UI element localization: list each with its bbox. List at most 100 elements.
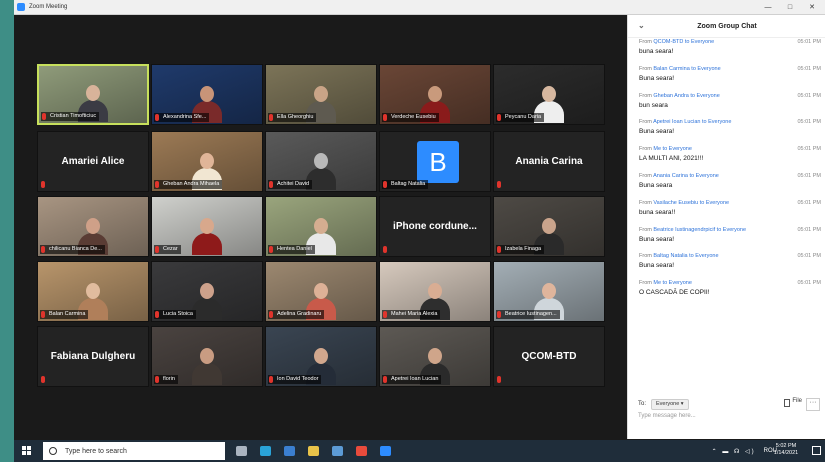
message-sender[interactable]: Gheban Andra xyxy=(653,93,688,99)
file-icon[interactable] xyxy=(784,399,790,407)
message-sender[interactable]: Apetrei Ioan Lucian xyxy=(653,119,700,125)
participant-tile[interactable]: Fabiana Dulgheru xyxy=(37,326,149,387)
message-sender[interactable]: Me xyxy=(653,280,661,286)
maximize-button[interactable]: □ xyxy=(779,0,801,14)
participant-tile[interactable]: Alexandrina Sfe... xyxy=(151,64,263,125)
participant-name: Anania Carina xyxy=(515,156,583,167)
chat-messages: From QCOM-BTD to Everyone 05:01 PM buna se… xyxy=(628,39,825,307)
from-label: From xyxy=(639,119,652,126)
participant-name: Ella Gheorghiu xyxy=(268,113,317,122)
participant-tile[interactable]: QCOM-BTD xyxy=(493,326,605,387)
participant-tile[interactable]: Lucia Stoica xyxy=(151,261,263,322)
to-label: to xyxy=(691,65,696,72)
message-sender[interactable]: Me xyxy=(653,146,661,152)
participant-tile[interactable]: Hentea Daniel xyxy=(265,196,377,257)
task-view-icon[interactable] xyxy=(229,440,253,462)
store-icon[interactable] xyxy=(325,440,349,462)
participant-tile[interactable]: florin xyxy=(151,326,263,387)
mail-icon[interactable] xyxy=(277,440,301,462)
participant-tile[interactable]: Amariei Alice xyxy=(37,131,149,192)
from-label: From xyxy=(639,199,652,206)
message-recipient[interactable]: Everyone xyxy=(697,93,720,99)
zoom-icon[interactable] xyxy=(373,440,397,462)
message-recipient[interactable]: Everyone xyxy=(706,200,729,206)
message-sender[interactable]: Baltag Natalia xyxy=(653,253,687,259)
participant-name: Mahei Maria Alexia xyxy=(382,310,441,319)
message-recipient[interactable]: Everyone xyxy=(695,253,718,259)
participant-figure xyxy=(192,348,222,385)
message-sender[interactable]: Balan Carmina xyxy=(653,66,689,72)
message-recipient[interactable]: Everyone xyxy=(708,119,731,125)
notification-icon[interactable] xyxy=(812,446,821,455)
chevron-down-icon[interactable]: ⌄ xyxy=(638,21,645,30)
search-icon xyxy=(49,447,57,455)
to-label: to xyxy=(662,280,668,287)
participant-tile[interactable]: Cristian Timofticiuc xyxy=(37,64,149,125)
taskbar-search-box[interactable]: Type here to search xyxy=(43,442,225,460)
file-button[interactable]: File xyxy=(792,398,802,404)
more-button[interactable]: ··· xyxy=(806,398,820,411)
taskbar-clock[interactable]: 5:02 PM 1/14/2021 xyxy=(767,443,805,457)
participant-tile[interactable]: Balan Carmina xyxy=(37,261,149,322)
message-header: From QCOM-BTD to Everyone xyxy=(639,39,714,45)
participant-tile[interactable]: Anania Carina xyxy=(493,131,605,192)
message-recipient[interactable]: Everyone xyxy=(669,146,692,152)
message-recipient[interactable]: Everyone xyxy=(723,227,746,233)
participant-tile[interactable]: Beatrice Iustinagen... xyxy=(493,261,605,322)
participant-tile[interactable]: B Baltag Natalia xyxy=(379,131,491,192)
to-label: To: xyxy=(638,401,647,407)
message-sender[interactable]: Beatrice Iustinagendrpicif xyxy=(653,227,715,233)
participant-name: Adelina Gradinaru xyxy=(268,310,325,319)
chat-message-input[interactable]: Type message here... xyxy=(638,413,818,423)
participant-tile[interactable]: Achitei David xyxy=(265,131,377,192)
participant-tile[interactable]: Ion David Teodor xyxy=(265,326,377,387)
participant-tile[interactable]: Verdeche Eusebiu xyxy=(379,64,491,125)
message-sender[interactable]: Vasilache Eusebiu xyxy=(653,200,698,206)
tray-icons[interactable]: ⌃ ▬ ☊ ◁) xyxy=(712,448,756,455)
file-explorer-icon[interactable] xyxy=(301,440,325,462)
recipient-dropdown[interactable]: Everyone ▾ xyxy=(651,398,689,410)
chrome-icon[interactable] xyxy=(349,440,373,462)
participant-tile[interactable]: Ella Gheorghiu xyxy=(265,64,377,125)
participant-name: Verdeche Eusebiu xyxy=(382,113,439,122)
participant-tile[interactable]: chilicanu Bianca De... xyxy=(37,196,149,257)
message-text: buna seara!! xyxy=(639,208,676,216)
clock-time: 5:02 PM xyxy=(775,443,797,449)
message-recipient[interactable]: Everyone xyxy=(669,280,692,286)
participant-tile[interactable]: Gheban Andra Mihaela xyxy=(151,131,263,192)
muted-mic-icon xyxy=(383,376,387,383)
participant-name: Gheban Andra Mihaela xyxy=(154,180,223,189)
message-time: 05:01 PM xyxy=(797,119,821,126)
search-placeholder: Type here to search xyxy=(65,447,127,455)
muted-mic-icon xyxy=(269,114,273,121)
windows-start-icon[interactable] xyxy=(22,446,32,456)
muted-mic-icon xyxy=(383,311,387,318)
muted-mic-icon xyxy=(41,181,45,188)
message-recipient[interactable]: Everyone xyxy=(697,66,720,72)
participant-tile[interactable]: Izabela Finaga xyxy=(493,196,605,257)
message-text: Buna seara! xyxy=(639,262,675,270)
participant-name: Achitei David xyxy=(268,180,313,189)
edge-icon[interactable] xyxy=(253,440,277,462)
screen: Zoom Meeting — □ ✕ Cristian Timofticiuc A… xyxy=(14,0,825,462)
message-recipient[interactable]: Everyone xyxy=(696,173,719,179)
muted-mic-icon xyxy=(497,246,501,253)
chat-message: From Gheban Andra to Everyone 05:01 PM bun… xyxy=(639,93,821,120)
muted-mic-icon xyxy=(497,181,501,188)
chat-message: From Baltag Natalia to Everyone 05:01 PM B… xyxy=(639,253,821,280)
participant-tile[interactable]: Apetrei Ioan Lucian xyxy=(379,326,491,387)
participant-name: Fabiana Dulgheru xyxy=(50,351,136,362)
message-recipient[interactable]: Everyone xyxy=(691,39,714,45)
chat-message: From QCOM-BTD to Everyone 05:01 PM buna se… xyxy=(639,39,821,66)
close-button[interactable]: ✕ xyxy=(801,0,823,14)
participant-tile[interactable]: Peycanu Daria xyxy=(493,64,605,125)
from-label: From xyxy=(639,146,652,153)
participant-tile[interactable]: Cezar xyxy=(151,196,263,257)
muted-mic-icon xyxy=(269,181,273,188)
participant-tile[interactable]: iPhone cordune... xyxy=(379,196,491,257)
message-sender[interactable]: QCOM-BTD xyxy=(653,39,683,45)
message-sender[interactable]: Anania Carina xyxy=(653,173,688,179)
minimize-button[interactable]: — xyxy=(757,0,779,14)
participant-tile[interactable]: Mahei Maria Alexia xyxy=(379,261,491,322)
participant-tile[interactable]: Adelina Gradinaru xyxy=(265,261,377,322)
